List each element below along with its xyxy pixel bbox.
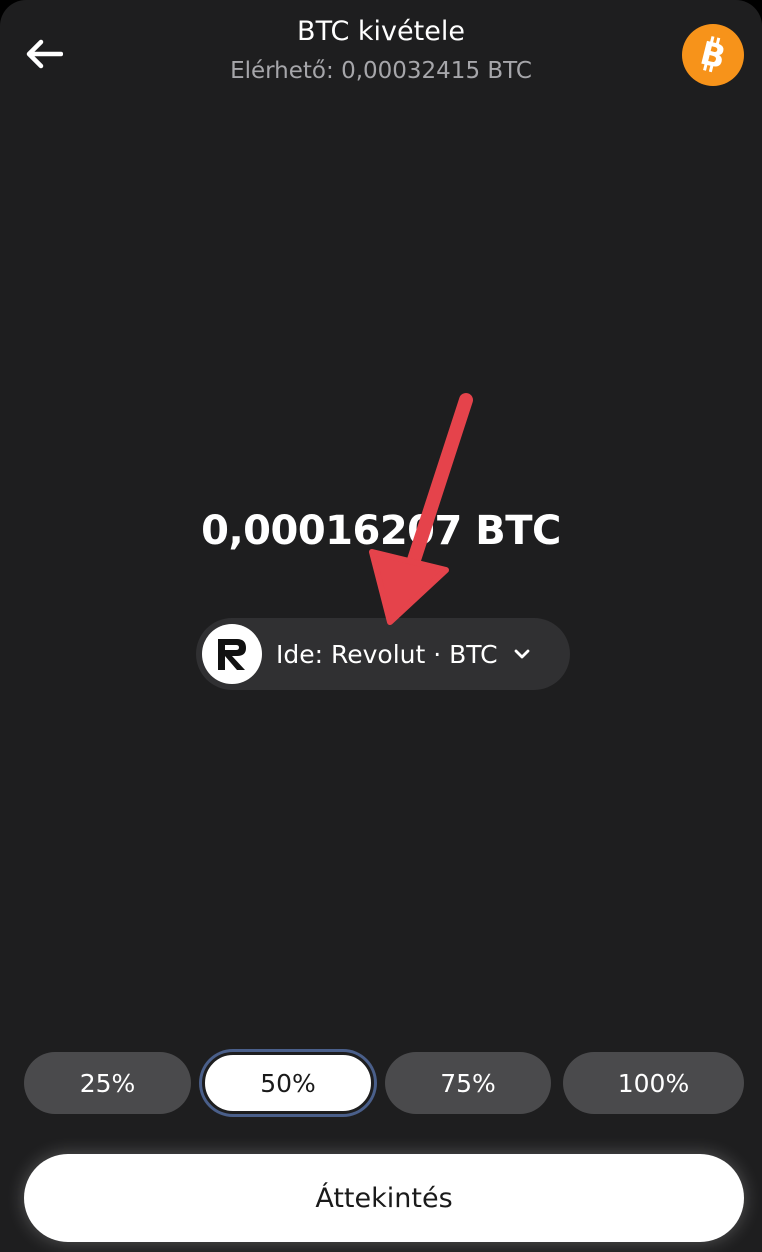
percent-50-button[interactable]: 50% [202,1052,374,1114]
destination-label: Ide: Revolut · BTC [276,639,498,669]
destination-selector[interactable]: Ide: Revolut · BTC [196,618,570,690]
revolut-logo-icon [202,624,262,684]
review-button[interactable]: Áttekintés [24,1154,744,1242]
chevron-down-icon [512,644,532,664]
bitcoin-icon: B [682,24,744,86]
available-balance: Elérhető: 0,00032415 BTC [230,58,532,84]
percent-options: 25% 50% 75% 100% [24,1052,744,1114]
percent-100-button[interactable]: 100% [563,1052,744,1114]
withdraw-amount: 0,00016207 BTC [201,508,561,554]
page-title: BTC kivétele [297,16,465,47]
withdraw-screen: BTC kivétele Elérhető: 0,00032415 BTC B … [0,0,762,1252]
percent-25-button[interactable]: 25% [24,1052,191,1114]
percent-75-button[interactable]: 75% [385,1052,551,1114]
